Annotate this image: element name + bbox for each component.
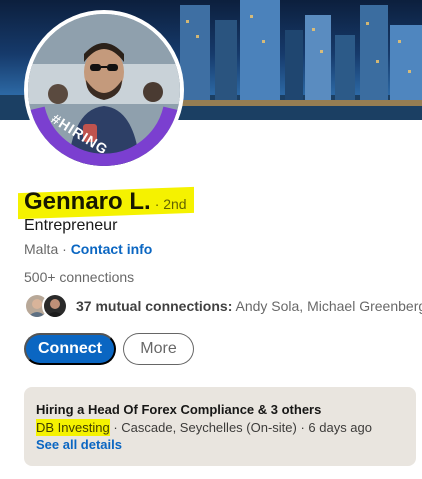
- profile-photo[interactable]: #HIRING: [24, 10, 184, 170]
- see-all-details-link[interactable]: See all details: [36, 437, 122, 452]
- hiring-details: · Cascade, Seychelles (On-site) · 6 days…: [113, 420, 372, 435]
- name-row: Gennaro L. · 2nd: [24, 188, 187, 216]
- profile-name: Gennaro L.: [24, 188, 151, 215]
- hiring-details-line: DB Investing · Cascade, Seychelles (On-s…: [36, 419, 372, 436]
- more-button[interactable]: More: [123, 333, 194, 365]
- mutual-connections[interactable]: 37 mutual connections: Andy Sola, Michae…: [24, 292, 422, 320]
- location-text: Malta ·: [24, 241, 67, 257]
- hiring-company: DB Investing: [36, 419, 110, 436]
- mutual-connections-text: 37 mutual connections: Andy Sola, Michae…: [76, 298, 422, 314]
- mutual-avatar: [42, 293, 68, 319]
- contact-info-link[interactable]: Contact info: [71, 241, 153, 257]
- connections-count[interactable]: 500+ connections: [24, 269, 134, 285]
- connect-button[interactable]: Connect: [24, 333, 116, 365]
- connection-degree: · 2nd: [154, 196, 187, 212]
- mutual-names: Andy Sola, Michael Greenberg, a: [235, 298, 422, 314]
- profile-headline: Entrepreneur: [24, 217, 118, 234]
- hiring-card[interactable]: Hiring a Head Of Forex Compliance & 3 ot…: [24, 387, 416, 466]
- mutual-count: 37 mutual connections:: [76, 298, 233, 314]
- location-row: Malta · Contact info: [24, 241, 152, 257]
- hiring-title: Hiring a Head Of Forex Compliance & 3 ot…: [36, 402, 322, 417]
